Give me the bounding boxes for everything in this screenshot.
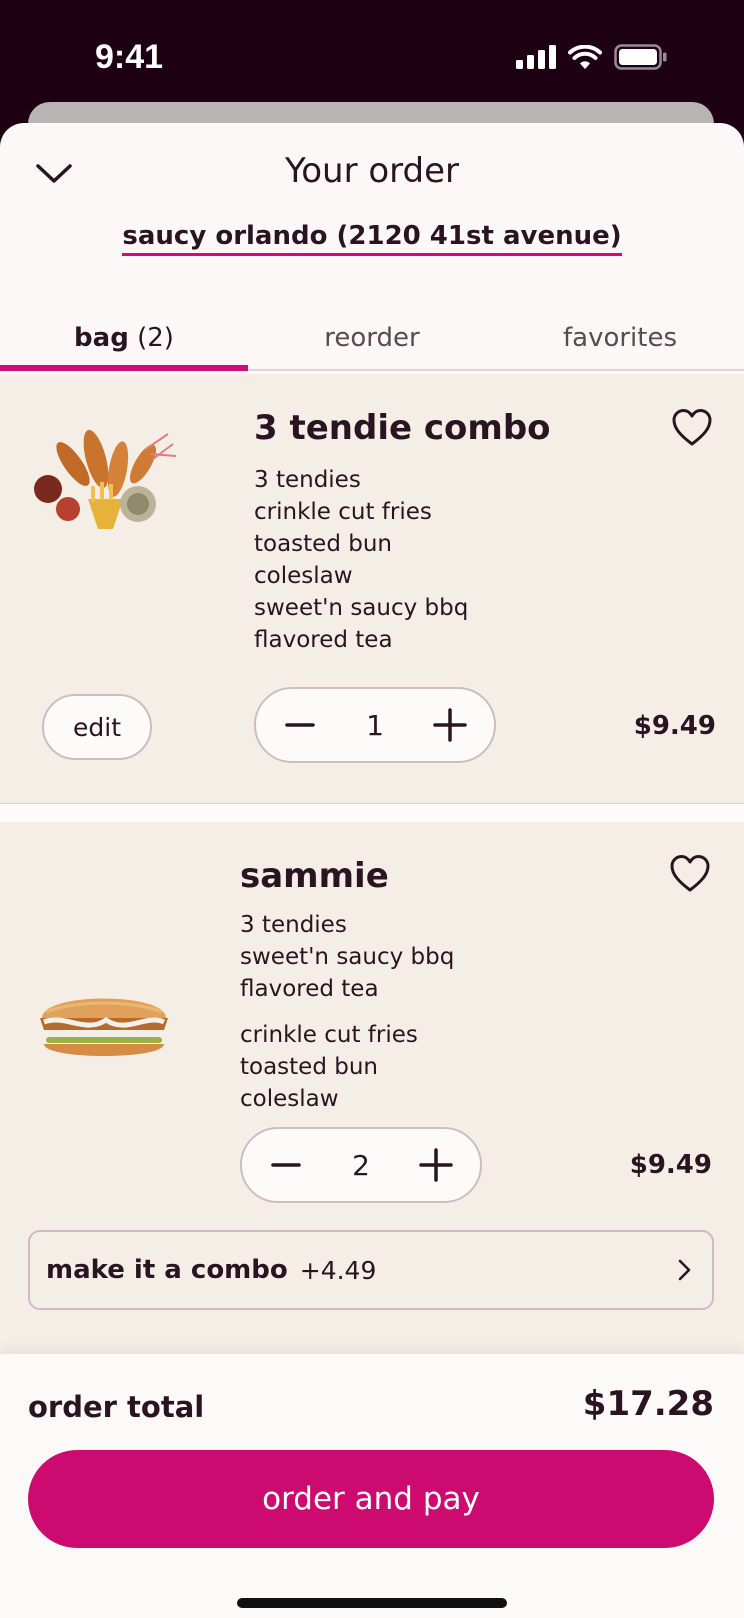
item-price: $9.49 [633,711,716,741]
item-option: 3 tendies [240,912,347,938]
chicken-sandwich-image [40,998,168,1056]
item-option: sweet'n saucy bbq [240,944,455,970]
tab-reorder-label: reorder [324,323,420,353]
edit-button[interactable]: edit [42,694,152,760]
bag-item-list[interactable]: 3 tendie combo 3 tendies crinkle cut fri… [0,374,744,1354]
order-tabs: bag (2) reorder favorites [0,313,744,371]
item-option: coleslaw [240,1086,339,1112]
home-indicator [237,1598,507,1608]
item-option: crinkle cut fries [240,1022,418,1048]
cellular-signal-icon [516,45,556,69]
minus-icon [285,723,315,727]
order-total-label: order total [28,1390,205,1424]
increase-quantity-button[interactable] [418,1147,454,1183]
quantity-value: 2 [352,1148,370,1182]
status-icons [516,44,668,70]
combo-label: make it a combo [46,1255,288,1285]
heart-icon[interactable] [670,406,714,450]
item-option: sweet'n saucy bbq [254,595,469,621]
item-name: 3 tendie combo [254,408,551,448]
decrease-quantity-button[interactable] [282,707,318,743]
decrease-quantity-button[interactable] [268,1147,304,1183]
bag-item-card: 3 tendie combo 3 tendies crinkle cut fri… [0,374,744,803]
combo-price: +4.49 [299,1255,377,1285]
increase-quantity-button[interactable] [432,707,468,743]
order-and-pay-button[interactable]: order and pay [28,1450,714,1548]
item-option: toasted bun [240,1054,378,1080]
item-option: toasted bun [254,531,392,557]
quantity-value: 1 [366,708,384,742]
card-divider [0,803,744,822]
heart-icon[interactable] [668,852,712,896]
store-location-link[interactable]: saucy orlando (2120 41st avenue) [122,221,622,256]
item-option: crinkle cut fries [254,499,432,525]
tab-bag-label: bag [74,323,129,353]
combo-meal-image [34,429,177,529]
tab-favorites-label: favorites [562,323,678,353]
plus-icon [433,708,467,742]
status-bar: 9:41 [0,0,744,110]
quantity-stepper: 2 [240,1127,482,1203]
item-option: coleslaw [254,563,353,589]
location-link-wrap: saucy orlando (2120 41st avenue) [0,221,744,256]
quantity-stepper: 1 [254,687,496,763]
minus-icon [271,1163,301,1167]
item-option: flavored tea [240,976,379,1002]
order-footer: order total $17.28 order and pay [0,1354,744,1618]
item-price: $9.49 [629,1150,712,1180]
order-sheet: Your order saucy orlando (2120 41st aven… [0,123,744,1618]
tab-bag[interactable]: bag (2) [0,313,248,371]
plus-icon [419,1148,453,1182]
item-name: sammie [240,856,389,896]
status-time: 9:41 [95,38,164,76]
item-options: 3 tendies crinkle cut fries toasted bun … [254,464,468,656]
item-option: flavored tea [254,627,393,653]
tab-reorder[interactable]: reorder [248,313,496,369]
order-total-value: $17.28 [582,1384,714,1424]
page-title: Your order [284,151,460,191]
make-it-a-combo-button[interactable]: make it a combo +4.49 [28,1230,714,1310]
tab-favorites[interactable]: favorites [496,313,744,369]
chevron-right-icon [678,1259,691,1281]
wifi-icon [568,45,602,69]
item-option: 3 tendies [254,467,361,493]
bag-item-card: sammie 3 tendies sweet'n saucy bbq flavo… [0,822,744,1354]
item-options: 3 tendies sweet'n saucy bbq flavored tea… [240,909,454,1115]
tab-bag-count: (2) [137,323,174,353]
battery-icon [614,44,667,70]
